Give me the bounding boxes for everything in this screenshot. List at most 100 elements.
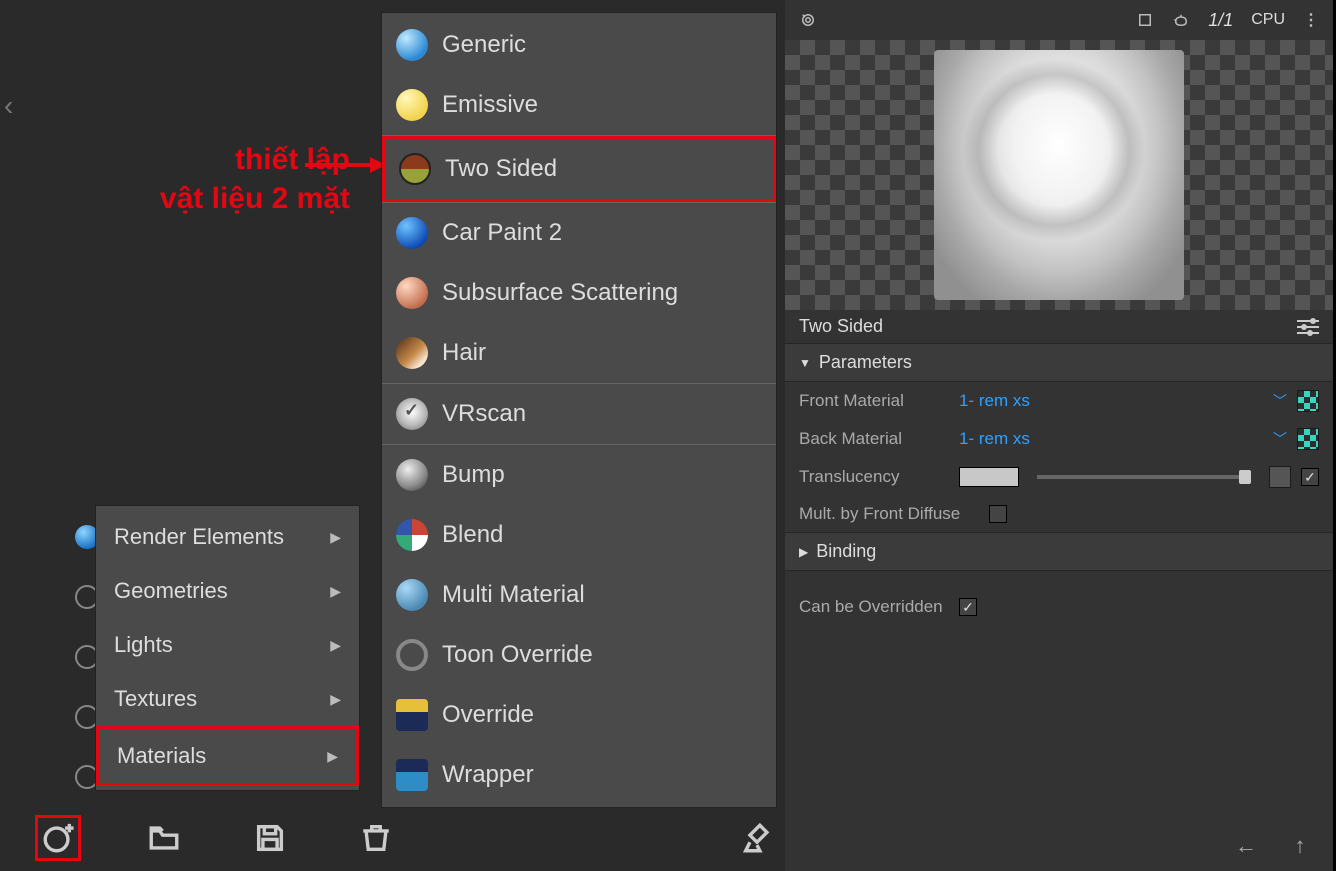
section-parameters[interactable]: ▼ Parameters <box>785 343 1333 382</box>
save-button[interactable] <box>247 815 293 861</box>
submenu-sss[interactable]: Subsurface Scattering <box>382 263 776 323</box>
material-generic-icon <box>396 29 428 61</box>
annotation-line1: thiết lập <box>235 143 350 176</box>
materials-submenu: Generic Emissive Two Sided Car Paint 2 S… <box>381 12 777 808</box>
param-label: Front Material <box>799 391 949 411</box>
submenu-generic[interactable]: Generic <box>382 15 776 75</box>
section-label: Parameters <box>819 352 912 373</box>
param-translucency: Translucency <box>785 458 1333 496</box>
slider-thumb[interactable] <box>1239 470 1251 484</box>
menu-label: Geometries <box>114 578 228 604</box>
material-bump-icon <box>396 459 428 491</box>
material-settings-icon[interactable] <box>1297 320 1319 334</box>
create-asset-menu: Render Elements ▶ Geometries ▶ Lights ▶ … <box>95 505 360 791</box>
menu-lights[interactable]: Lights ▶ <box>96 618 359 672</box>
collapse-left-icon[interactable]: ‹ <box>4 90 13 122</box>
preview-teapot-icon[interactable] <box>1172 11 1190 29</box>
submenu-hair[interactable]: Hair <box>382 323 776 383</box>
param-label: Back Material <box>799 429 949 449</box>
preview-resolution[interactable]: 1/1 <box>1208 10 1233 31</box>
menu-render-elements[interactable]: Render Elements ▶ <box>96 510 359 564</box>
annotation-arrow <box>305 163 384 167</box>
menu-geometries[interactable]: Geometries ▶ <box>96 564 359 618</box>
material-name: Two Sided <box>799 316 883 337</box>
nav-up-button[interactable]: ↑ <box>1287 833 1313 859</box>
param-front-material: Front Material 1- rem xs ﹀ <box>785 382 1333 420</box>
material-car-paint-icon <box>396 217 428 249</box>
param-label: Can be Overridden <box>799 597 949 617</box>
param-can-be-overridden: Can be Overridden <box>785 589 1333 625</box>
delete-button[interactable] <box>353 815 399 861</box>
material-wrapper-icon <box>396 759 428 791</box>
purge-button[interactable] <box>734 815 780 861</box>
front-material-map-slot[interactable] <box>1297 390 1319 412</box>
submenu-label: Toon Override <box>442 641 593 669</box>
translucency-slider[interactable] <box>1037 475 1251 479</box>
section-binding[interactable]: ▶ Binding <box>785 532 1333 571</box>
back-material-link[interactable]: 1- rem xs <box>959 429 1263 449</box>
chevron-right-icon: ▶ <box>330 529 341 546</box>
submenu-label: Blend <box>442 521 503 549</box>
mult-front-diffuse-checkbox[interactable] <box>989 505 1007 523</box>
chevron-right-icon: ▶ <box>327 748 338 765</box>
menu-label: Lights <box>114 632 173 658</box>
section-label: Binding <box>816 541 876 562</box>
ipr-toggle-icon[interactable] <box>799 11 817 29</box>
material-two-sided-icon <box>399 153 431 185</box>
submenu-toon-override[interactable]: Toon Override <box>382 625 776 685</box>
submenu-label: Car Paint 2 <box>442 219 562 247</box>
translucency-map-toggle[interactable] <box>1301 468 1319 486</box>
can-be-overridden-checkbox[interactable] <box>959 598 977 616</box>
material-emissive-icon <box>396 89 428 121</box>
preview-size-icon[interactable] <box>1136 11 1154 29</box>
nav-back-button[interactable]: ← <box>1233 833 1259 859</box>
chevron-right-icon: ▶ <box>330 691 341 708</box>
properties-footer: ← ↑ <box>785 821 1333 871</box>
menu-materials[interactable]: Materials ▶ <box>96 726 359 786</box>
render-engine-selector[interactable]: CPU <box>1251 11 1285 29</box>
material-properties-pane: 1/1 CPU ⋮ Two Sided ▼ Parameters Front M… <box>785 0 1333 871</box>
material-hair-icon <box>396 337 428 369</box>
translucency-color-swatch[interactable] <box>959 467 1019 487</box>
submenu-label: Hair <box>442 339 486 367</box>
submenu-emissive[interactable]: Emissive <box>382 75 776 135</box>
add-asset-icon <box>41 821 75 855</box>
submenu-label: Wrapper <box>442 761 534 789</box>
chevron-down-icon[interactable]: ﹀ <box>1273 429 1287 449</box>
menu-label: Materials <box>117 743 206 769</box>
tutorial-annotation: thiết lập vật liệu 2 mặt <box>55 140 350 218</box>
param-mult-front-diffuse: Mult. by Front Diffuse <box>785 496 1333 532</box>
submenu-label: VRscan <box>442 400 526 428</box>
translucency-map-slot[interactable] <box>1269 466 1291 488</box>
menu-textures[interactable]: Textures ▶ <box>96 672 359 726</box>
submenu-label: Emissive <box>442 91 538 119</box>
submenu-vrscan[interactable]: VRscan <box>382 384 776 444</box>
material-multi-icon <box>396 579 428 611</box>
chevron-down-icon: ▼ <box>799 356 811 370</box>
submenu-bump[interactable]: Bump <box>382 445 776 505</box>
back-material-map-slot[interactable] <box>1297 428 1319 450</box>
open-button[interactable] <box>141 815 187 861</box>
submenu-blend[interactable]: Blend <box>382 505 776 565</box>
submenu-multi-material[interactable]: Multi Material <box>382 565 776 625</box>
submenu-wrapper[interactable]: Wrapper <box>382 745 776 805</box>
asset-toolbar <box>35 815 780 861</box>
save-icon <box>253 821 287 855</box>
submenu-label: Bump <box>442 461 505 489</box>
menu-label: Textures <box>114 686 197 712</box>
more-options-icon[interactable]: ⋮ <box>1303 10 1319 30</box>
add-asset-button[interactable] <box>35 815 81 861</box>
param-back-material: Back Material 1- rem xs ﹀ <box>785 420 1333 458</box>
submenu-override[interactable]: Override <box>382 685 776 745</box>
submenu-car-paint[interactable]: Car Paint 2 <box>382 203 776 263</box>
submenu-two-sided[interactable]: Two Sided <box>382 136 776 202</box>
material-toon-icon <box>396 639 428 671</box>
submenu-label: Override <box>442 701 534 729</box>
chevron-down-icon[interactable]: ﹀ <box>1273 391 1287 411</box>
preview-header: 1/1 CPU ⋮ <box>785 0 1333 40</box>
submenu-label: Subsurface Scattering <box>442 279 678 307</box>
front-material-link[interactable]: 1- rem xs <box>959 391 1263 411</box>
param-label: Translucency <box>799 467 949 487</box>
chevron-right-icon: ▶ <box>799 545 808 559</box>
annotation-line2: vật liệu 2 mặt <box>160 182 350 215</box>
